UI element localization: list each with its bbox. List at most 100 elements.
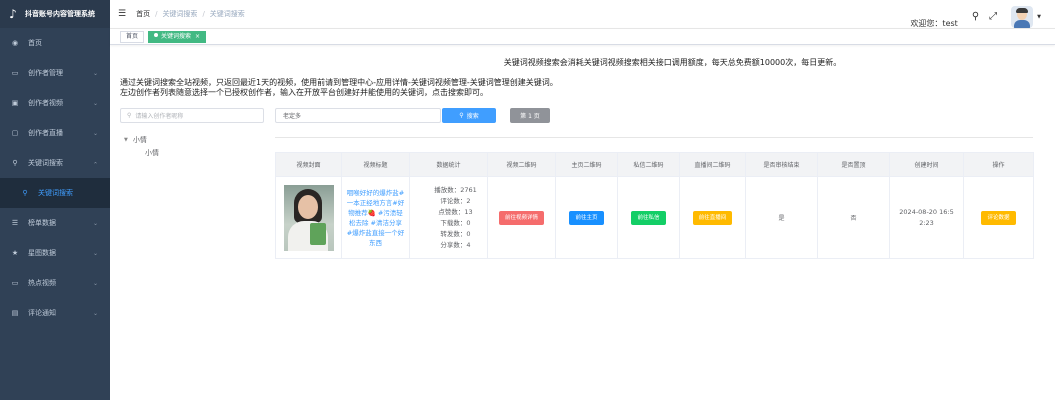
table-header-row: 视频封面 视频标题 数据统计 视频二维码 主页二维码 私信二维码 直播间二维码 … (275, 152, 1034, 177)
avatar[interactable] (1011, 5, 1034, 28)
chevron-down-icon: ⌄ (92, 279, 98, 287)
search-button[interactable]: ⚲ 搜索 (442, 108, 496, 123)
chevron-down-icon: ⌄ (92, 249, 98, 257)
intro-text: 通过关键词搜索全站视频，只返回最近1天的视频，使用前请到管理中心-应用详情-关键… (120, 78, 558, 98)
sidebar: ♪ 抖音账号内容管理系统 ◉ 首页 ▭ 创作者管理 ⌄ ▣ 创作者视频 ⌄ ▢ … (0, 0, 110, 400)
table-row: 咽喉好好的爆炸盐#一本正经地方言#好物推荐🍓 #污渍轻松去除 #清洁分享 #爆炸… (275, 176, 1034, 259)
breadcrumb-item-current: 关键词搜索 (209, 10, 245, 18)
column-header: 创建时间 (889, 152, 964, 177)
app-logo[interactable]: ♪ 抖音账号内容管理系统 (0, 0, 110, 28)
sidebar-item-keyword-search[interactable]: ⚲ 关键词搜索 ⌄ (0, 148, 110, 178)
star-icon: ★ (11, 249, 19, 257)
search-icon: ⚲ (22, 189, 28, 197)
breadcrumb-item-home[interactable]: 首页 (136, 9, 150, 19)
pinned-cell: 否 (817, 176, 890, 259)
tag-label: 关键词搜索 (161, 32, 192, 40)
keyword-input[interactable] (275, 108, 441, 123)
chevron-down-icon: ⌄ (92, 69, 98, 77)
close-icon[interactable]: × (195, 33, 200, 40)
column-header: 主页二维码 (555, 152, 618, 177)
action-cell: 评论数据 (963, 176, 1034, 259)
stats-cell: 播放数：2761 评论数：2 点赞数：13 下载数：0 转发数：0 分享数：4 (409, 176, 488, 259)
search-icon: ⚲ (127, 112, 132, 119)
go-video-detail-button[interactable]: 前往视频详情 (498, 210, 544, 225)
main-content: 关键词视频搜索会消耗关键词视频搜索相关接口调用额度，每天总免费额10000次，每… (110, 45, 1055, 400)
sidebar-menu: ◉ 首页 ▭ 创作者管理 ⌄ ▣ 创作者视频 ⌄ ▢ 创作者直播 ⌄ ⚲ 关键词… (0, 28, 110, 328)
sidebar-item-ranking[interactable]: ☰ 榜单数据 ⌄ (0, 208, 110, 238)
navbar: ☰ 首页 / 关键词搜索 / 关键词搜索 欢迎您：test ⚲ ⤢ ▼ (110, 0, 1055, 28)
column-header: 视频标题 (341, 152, 410, 177)
column-header: 视频封面 (275, 152, 342, 177)
go-live-room-button[interactable]: 前往直播间 (692, 210, 733, 225)
go-homepage-button[interactable]: 前往主页 (569, 210, 604, 225)
breadcrumb-item: 关键词搜索 (162, 10, 198, 18)
created-time-line-1: 2024-08-20 16:5 (899, 207, 954, 216)
results-table: 视频封面 视频标题 数据统计 视频二维码 主页二维码 私信二维码 直播间二维码 … (275, 152, 1034, 259)
sidebar-subitem-keyword-search[interactable]: ⚲ 关键词搜索 (0, 178, 110, 208)
hamburger-icon[interactable]: ☰ (118, 9, 126, 19)
sidebar-item-creator-live[interactable]: ▢ 创作者直播 ⌄ (0, 118, 110, 148)
search-icon: ⚲ (459, 112, 464, 119)
caret-down-icon[interactable]: ▼ (1037, 14, 1041, 20)
stat-play: 播放数：2761 (434, 185, 477, 194)
column-header: 直播间二维码 (679, 152, 746, 177)
stat-download: 下载数：0 (440, 218, 471, 227)
title-cell: 咽喉好好的爆炸盐#一本正经地方言#好物推荐🍓 #污渍轻松去除 #清洁分享 #爆炸… (341, 176, 410, 259)
stat-forward: 转发数：0 (440, 229, 471, 238)
tags-view: 首页 关键词搜索 × (110, 28, 1055, 45)
monitor-icon: ▢ (11, 129, 19, 137)
go-message-button[interactable]: 前往私信 (631, 210, 666, 225)
search-icon[interactable]: ⚲ (972, 11, 979, 22)
sidebar-item-label: 榜单数据 (28, 219, 56, 227)
sidebar-item-creator-video[interactable]: ▣ 创作者视频 ⌄ (0, 88, 110, 118)
tree-node-parent[interactable]: ▼ 小情 (120, 133, 264, 146)
sidebar-item-label: 创作者管理 (28, 69, 63, 77)
creator-tree: ▼ 小情 小情 (120, 133, 264, 159)
creator-search-placeholder: 请输入创作者昵称 (135, 113, 184, 120)
sidebar-item-label: 星图数据 (28, 249, 56, 257)
tag-home[interactable]: 首页 (120, 30, 145, 43)
cover-cell (275, 176, 342, 259)
sidebar-item-comment-notice[interactable]: ▤ 评论通知 ⌄ (0, 298, 110, 328)
sidebar-item-xingtu[interactable]: ★ 星图数据 ⌄ (0, 238, 110, 268)
video-cover-image[interactable] (283, 184, 334, 251)
tag-keyword-search[interactable]: 关键词搜索 × (148, 30, 207, 43)
sidebar-item-label: 关键词搜索 (28, 159, 63, 167)
tree-node-label: 小情 (132, 135, 147, 144)
divider (275, 137, 1033, 138)
tiktok-logo-icon: ♪ (9, 7, 17, 21)
video-icon: ▣ (11, 99, 19, 107)
live-qr-cell: 前往直播间 (679, 176, 746, 259)
search-icon: ⚲ (12, 159, 18, 167)
home-qr-cell: 前往主页 (555, 176, 618, 259)
creator-search-input[interactable]: ⚲ 请输入创作者昵称 (120, 108, 264, 123)
sidebar-item-label: 首页 (28, 39, 42, 47)
chevron-up-icon: ⌄ (92, 159, 98, 167)
page-button[interactable]: 第 1 页 (510, 108, 550, 123)
active-dot-icon (154, 32, 159, 37)
comment-data-button[interactable]: 评论数据 (981, 210, 1016, 225)
creator-panel: ⚲ 请输入创作者昵称 ▼ 小情 小情 (120, 108, 264, 159)
stat-like: 点赞数：13 (438, 207, 473, 216)
list-icon: ☰ (11, 219, 19, 227)
tree-node-label: 小情 (145, 148, 159, 157)
search-button-label: 搜索 (466, 113, 479, 120)
video-title-link[interactable]: 咽喉好好的爆炸盐#一本正经地方言#好物推荐🍓 #污渍轻松去除 #清洁分享 #爆炸… (342, 188, 409, 248)
sidebar-item-hot-video[interactable]: ▭ 热点视频 ⌄ (0, 268, 110, 298)
sidebar-item-home[interactable]: ◉ 首页 (0, 28, 110, 58)
fullscreen-icon[interactable]: ⤢ (989, 11, 997, 22)
column-header: 是否置顶 (817, 152, 890, 177)
column-header: 数据统计 (409, 152, 488, 177)
intro-line-2: 左边创作者列表随意选择一个已授权创作者，输入在开放平台创建好并能使用的关键词，点… (120, 88, 488, 97)
app-name: 抖音账号内容管理系统 (25, 10, 95, 18)
chevron-down-icon: ⌄ (92, 129, 98, 137)
message-qr-cell: 前往私信 (617, 176, 680, 259)
sidebar-item-label: 创作者视频 (28, 99, 63, 107)
caret-down-icon[interactable]: ▼ (124, 137, 128, 143)
sidebar-item-label: 热点视频 (28, 279, 56, 287)
column-header: 视频二维码 (487, 152, 556, 177)
sidebar-item-creator-manage[interactable]: ▭ 创作者管理 ⌄ (0, 58, 110, 88)
tree-node-child[interactable]: 小情 (120, 146, 264, 159)
breadcrumb-separator: / (202, 10, 205, 18)
breadcrumb: 首页 / 关键词搜索 / 关键词搜索 (136, 9, 245, 19)
